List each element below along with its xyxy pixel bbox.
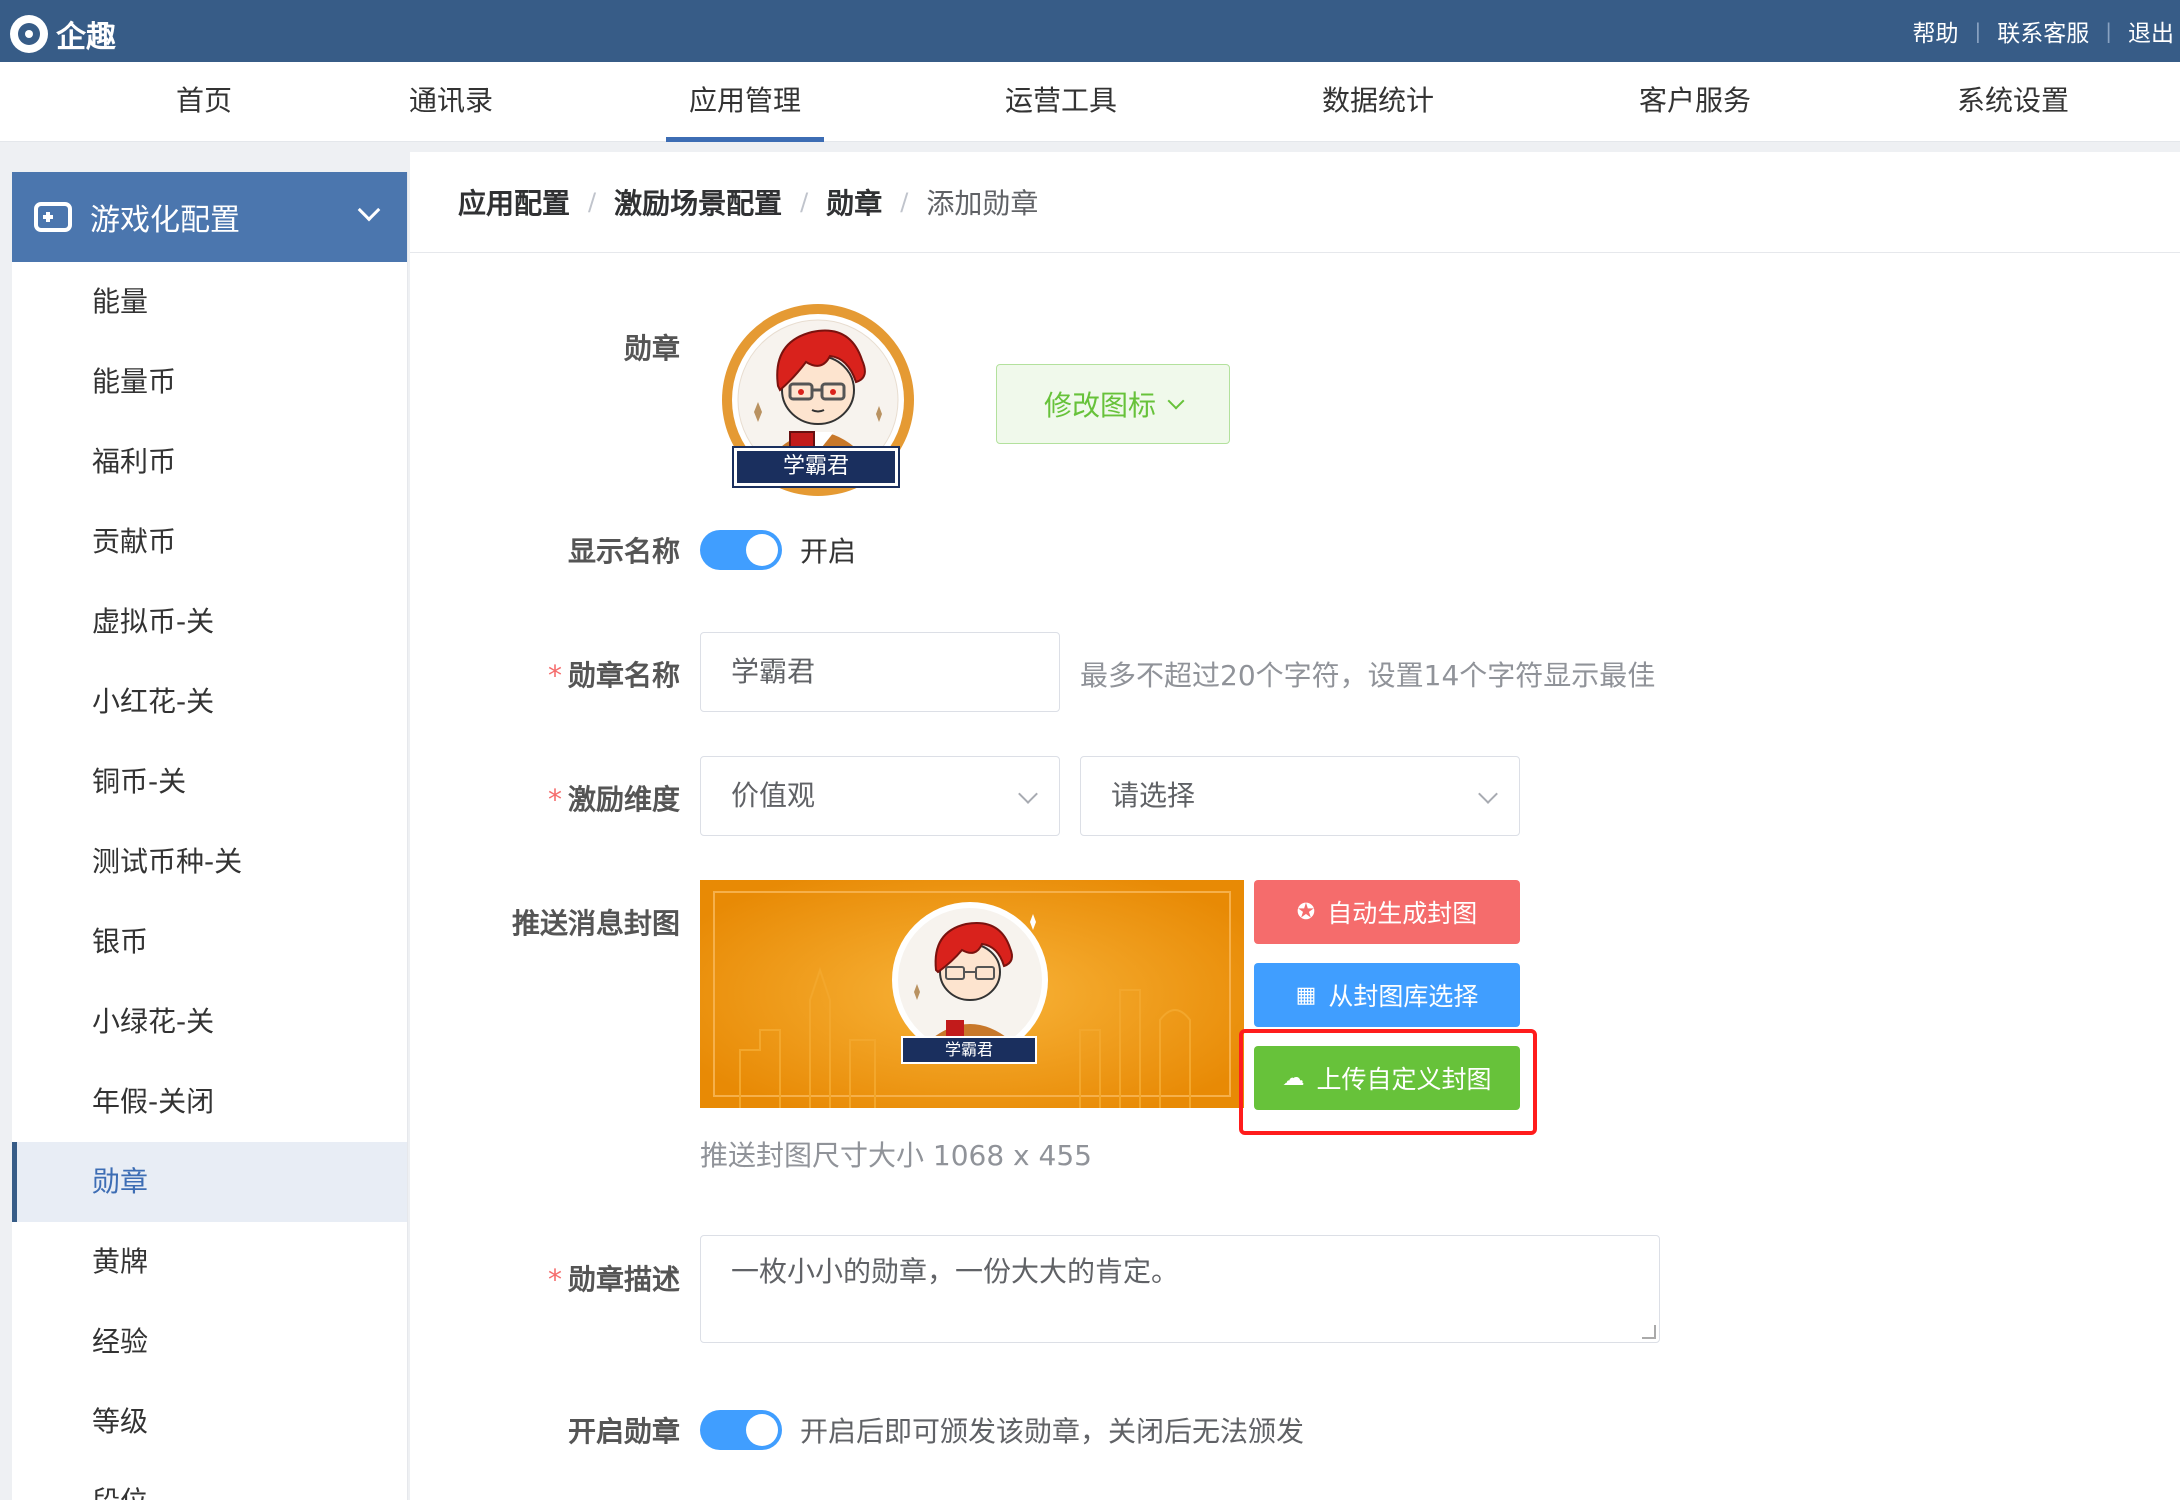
badge-label: 勋章 bbox=[623, 332, 680, 365]
cover-library-button[interactable]: ▦ 从封图库选择 bbox=[1254, 963, 1520, 1027]
main-nav: 首页 通讯录 应用管理 运营工具 数据统计 客户服务 系统设置 bbox=[0, 62, 2180, 142]
app-logo[interactable]: 企趣 bbox=[10, 12, 116, 56]
description-label-text: 勋章描述 bbox=[567, 1263, 680, 1296]
chevron-down-icon bbox=[357, 198, 381, 222]
sidebar: 游戏化配置 能量 能量币 福利币 贡献币 虚拟币-关 小红花-关 铜币-关 测试… bbox=[12, 172, 408, 1500]
show-name-toggle[interactable] bbox=[700, 530, 782, 570]
breadcrumb-incentive-config[interactable]: 激励场景配置 bbox=[614, 182, 782, 222]
enable-medal-hint: 开启后即可颁发该勋章，关闭后无法颁发 bbox=[800, 1415, 1305, 1448]
gamepad-icon bbox=[34, 202, 72, 232]
breadcrumb-app-config[interactable]: 应用配置 bbox=[458, 182, 570, 222]
modify-icon-button[interactable]: 修改图标 bbox=[996, 364, 1230, 444]
nav-contacts[interactable]: 通讯录 bbox=[395, 62, 507, 142]
sidebar-item-medal[interactable]: 勋章 bbox=[12, 1142, 407, 1222]
breadcrumb: 应用配置 / 激励场景配置 / 勋章 / 添加勋章 bbox=[458, 182, 1038, 222]
compass-icon: ✪ bbox=[1296, 899, 1316, 925]
sidebar-group-label: 游戏化配置 bbox=[90, 203, 240, 238]
grid-icon: ▦ bbox=[1295, 982, 1317, 1008]
breadcrumb-separator: / bbox=[800, 188, 809, 216]
nav-system-settings[interactable]: 系统设置 bbox=[1952, 62, 2074, 142]
cover-illustration bbox=[700, 880, 1244, 1108]
show-name-state: 开启 bbox=[800, 535, 857, 568]
sidebar-item-virtual-coin[interactable]: 虚拟币-关 bbox=[12, 582, 407, 662]
logo-icon bbox=[10, 15, 48, 53]
dimension-label-text: 激励维度 bbox=[567, 783, 680, 816]
badge-caption: 学霸君 bbox=[732, 446, 900, 488]
main-panel: 应用配置 / 激励场景配置 / 勋章 / 添加勋章 勋章 学霸君 修改图标 显示… bbox=[410, 152, 2180, 1500]
sidebar-item-energy[interactable]: 能量 bbox=[12, 262, 407, 342]
cover-library-label: 从封图库选择 bbox=[1328, 982, 1479, 1011]
divider: | bbox=[2105, 19, 2112, 43]
breadcrumb-current: 添加勋章 bbox=[926, 187, 1039, 220]
highlight-box bbox=[1239, 1029, 1537, 1135]
divider: | bbox=[1974, 19, 1982, 43]
nav-app-management[interactable]: 应用管理 bbox=[666, 62, 824, 142]
sidebar-item-silver-coin[interactable]: 银币 bbox=[12, 902, 407, 982]
medal-name-hint: 最多不超过20个字符，设置14个字符显示最佳 bbox=[1080, 659, 1656, 692]
breadcrumb-divider bbox=[410, 252, 2180, 253]
logo-text: 企趣 bbox=[56, 20, 116, 55]
nav-operation-tools[interactable]: 运营工具 bbox=[1000, 62, 1122, 142]
sidebar-item-little-red-flower[interactable]: 小红花-关 bbox=[12, 662, 407, 742]
cover-image: 学霸君 bbox=[700, 880, 1244, 1108]
medal-name-input[interactable]: 学霸君 bbox=[700, 632, 1060, 712]
nav-data-statistics[interactable]: 数据统计 bbox=[1317, 62, 1439, 142]
sidebar-item-little-green-flower[interactable]: 小绿花-关 bbox=[12, 982, 407, 1062]
nav-home[interactable]: 首页 bbox=[160, 62, 248, 142]
sidebar-item-experience[interactable]: 经验 bbox=[12, 1302, 407, 1382]
chevron-down-icon bbox=[1018, 784, 1038, 804]
sidebar-item-welfare-coin[interactable]: 福利币 bbox=[12, 422, 407, 502]
top-links: 帮助 | 联系客服 | 退出 bbox=[1913, 0, 2175, 62]
nav-customer-service[interactable]: 客户服务 bbox=[1634, 62, 1756, 142]
required-mark: * bbox=[547, 659, 562, 692]
sidebar-item-contribution-coin[interactable]: 贡献币 bbox=[12, 502, 407, 582]
auto-generate-cover-button[interactable]: ✪ 自动生成封图 bbox=[1254, 880, 1520, 944]
dimension-label: * 激励维度 bbox=[410, 778, 680, 818]
contact-support-link[interactable]: 联系客服 bbox=[1997, 14, 2089, 48]
required-mark: * bbox=[547, 1263, 562, 1296]
sidebar-item-energy-coin[interactable]: 能量币 bbox=[12, 342, 407, 422]
dimension-sub-select[interactable]: 请选择 bbox=[1080, 756, 1520, 836]
auto-generate-cover-label: 自动生成封图 bbox=[1327, 899, 1478, 928]
sidebar-item-annual-leave[interactable]: 年假-关闭 bbox=[12, 1062, 407, 1142]
chevron-down-icon bbox=[1478, 784, 1498, 804]
dimension-select[interactable]: 价值观 bbox=[700, 756, 1060, 836]
enable-medal-toggle[interactable] bbox=[700, 1410, 782, 1450]
breadcrumb-separator: / bbox=[588, 188, 597, 216]
sidebar-item-yellow-card[interactable]: 黄牌 bbox=[12, 1222, 407, 1302]
badge-image: 学霸君 bbox=[720, 302, 916, 498]
medal-name-label: * 勋章名称 bbox=[410, 654, 680, 694]
chevron-down-icon bbox=[1167, 392, 1185, 410]
breadcrumb-separator: / bbox=[900, 188, 909, 216]
show-name-label: 显示名称 bbox=[567, 535, 680, 568]
dimension-sub-select-placeholder: 请选择 bbox=[1111, 779, 1196, 812]
top-bar: 企趣 帮助 | 联系客服 | 退出 bbox=[0, 0, 2180, 62]
logout-link[interactable]: 退出 bbox=[2128, 14, 2174, 48]
sidebar-item-level[interactable]: 等级 bbox=[12, 1382, 407, 1462]
enable-medal-label: 开启勋章 bbox=[567, 1415, 680, 1448]
cover-caption: 学霸君 bbox=[901, 1036, 1037, 1064]
cover-size-hint: 推送封图尺寸大小 1068 x 455 bbox=[700, 1139, 1092, 1172]
sidebar-item-test-currency[interactable]: 测试币种-关 bbox=[12, 822, 407, 902]
cover-label: 推送消息封图 bbox=[511, 907, 680, 940]
sidebar-item-rank[interactable]: 段位 bbox=[12, 1462, 407, 1500]
breadcrumb-medal[interactable]: 勋章 bbox=[826, 182, 882, 222]
modify-icon-label: 修改图标 bbox=[1043, 389, 1156, 422]
medal-name-label-text: 勋章名称 bbox=[567, 659, 680, 692]
sidebar-item-copper-coin[interactable]: 铜币-关 bbox=[12, 742, 407, 822]
sidebar-group-gamification[interactable]: 游戏化配置 bbox=[12, 172, 407, 262]
description-textarea[interactable]: 一枚小小的勋章，一份大大的肯定。 bbox=[700, 1235, 1660, 1343]
required-mark: * bbox=[547, 783, 562, 816]
dimension-select-value: 价值观 bbox=[731, 779, 816, 812]
help-link[interactable]: 帮助 bbox=[1913, 14, 1959, 48]
description-label: * 勋章描述 bbox=[410, 1258, 680, 1298]
